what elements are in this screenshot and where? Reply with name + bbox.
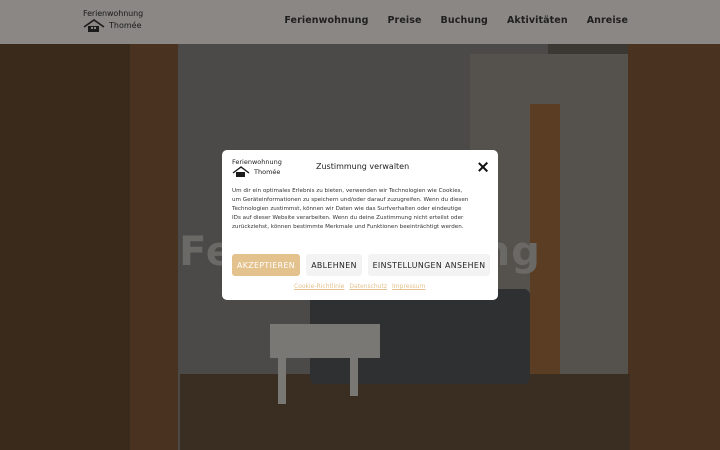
logo-text-line1: Ferienwohnung [83,9,144,18]
main-nav: Ferienwohnung Preise Buchung Aktivitäten… [284,15,628,26]
coffee-table [270,324,380,358]
consent-links: Cookie-Richtlinie Datenschutz Impressum [294,283,425,290]
table-leg [350,356,358,396]
site-logo[interactable]: Ferienwohnung Thomée [83,9,147,35]
close-icon[interactable] [477,161,489,173]
view-settings-button[interactable]: EINSTELLUNGEN ANSEHEN [368,254,490,276]
privacy-link[interactable]: Datenschutz [349,283,387,290]
site-header: Ferienwohnung Thomée Ferienwohnung Preis… [0,0,720,44]
nav-item-buchung[interactable]: Buchung [441,15,488,26]
nav-item-preise[interactable]: Preise [387,15,421,26]
table-leg [278,356,286,404]
house-icon [83,19,105,32]
consent-dialog: Ferienwohnung Thomée Zustimmung verwalte… [222,150,498,300]
cookie-policy-link[interactable]: Cookie-Richtlinie [294,283,344,290]
consent-logo: Ferienwohnung Thomée [232,158,292,180]
consent-title: Zustimmung verwalten [316,162,410,171]
imprint-link[interactable]: Impressum [392,283,425,290]
nav-item-ferienwohnung[interactable]: Ferienwohnung [284,15,368,26]
logo-text-line2: Thomée [109,21,142,30]
house-icon [232,166,250,177]
nav-item-anreise[interactable]: Anreise [587,15,628,26]
floor [180,374,630,450]
accept-button[interactable]: AKZEPTIEREN [232,254,300,276]
nav-item-aktivitaeten[interactable]: Aktivitäten [507,15,568,26]
consent-buttons: AKZEPTIEREN ABLEHNEN EINSTELLUNGEN ANSEH… [232,254,490,276]
consent-logo-line2: Thomée [254,168,281,176]
deny-button[interactable]: ABLEHNEN [306,254,362,276]
consent-text: Um dir ein optimales Erlebnis zu bieten,… [232,188,469,230]
